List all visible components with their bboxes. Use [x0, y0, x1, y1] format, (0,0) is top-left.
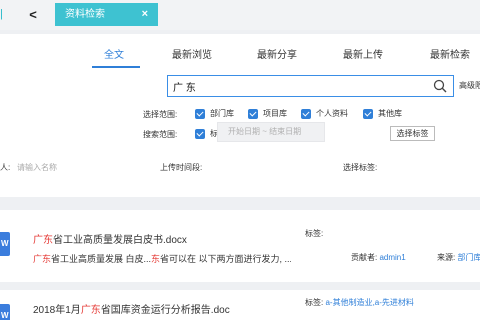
title-text: 2018年1月: [33, 305, 81, 316]
source: 来源: 部门库: [437, 252, 480, 263]
word-doc-icon: W: [0, 232, 10, 256]
tab-recent-shares[interactable]: 最新分享: [257, 46, 297, 61]
summary-highlight: 东: [151, 254, 161, 264]
select-tag-button[interactable]: 选择标签: [390, 126, 435, 141]
title-highlight: 广东: [80, 305, 101, 316]
title-text: 省国库资金运行分析报告.doc: [100, 305, 230, 316]
tags-label: 标签: a-其他制造业,a-先进材料: [305, 297, 414, 308]
tab-recent-views[interactable]: 最新浏览: [172, 46, 212, 61]
tags-label-text: 标签:: [305, 298, 324, 307]
active-tab-indicator: [92, 66, 140, 68]
word-doc-icon: W: [0, 304, 10, 320]
search-input[interactable]: [168, 76, 418, 96]
search-scope-label: 搜索范围:: [143, 130, 178, 139]
checkbox-label: 项目库: [263, 109, 287, 118]
checkbox-project[interactable]: 项目库: [248, 108, 287, 119]
category-tabs: 全文 最新浏览 最新分享 最新上传 最新检索: [0, 46, 480, 68]
tab-label: 资料检索: [65, 9, 105, 20]
checkbox-checked-icon: [195, 108, 205, 119]
person-label: 人:: [0, 163, 11, 172]
checkbox-checked-icon: [248, 108, 258, 119]
checkbox-checked-icon: [363, 108, 373, 119]
scope-label: 选择范围:: [143, 110, 178, 119]
checkbox-label: 个人资料: [316, 109, 348, 118]
checkbox-checked-icon: [301, 108, 311, 119]
result-card[interactable]: W 2018年1月广东省国库资金运行分析报告.doc 标签: a-其他制造业,a…: [0, 290, 480, 320]
contributor-label: 贡献者:: [351, 253, 378, 262]
tag-select-label: 选择标签:: [343, 163, 378, 172]
source-name[interactable]: 部门库: [457, 253, 480, 262]
tab-bar: | < 资料检索 ×: [0, 0, 480, 30]
close-icon[interactable]: ×: [142, 3, 148, 26]
result-title[interactable]: 广东省工业高质量发展白皮书.docx: [33, 231, 187, 246]
summary-text: 省工业高质量发展 白皮...: [51, 254, 152, 264]
checkbox-label: 部门库: [210, 109, 234, 118]
upload-time-label: 上传时间段:: [160, 163, 203, 172]
result-title[interactable]: 2018年1月广东省国库资金运行分析报告.doc: [33, 301, 230, 316]
tab-fulltext[interactable]: 全文: [104, 46, 124, 61]
date-range-picker[interactable]: 开始日期 ~ 结束日期: [217, 122, 325, 142]
source-label: 来源:: [437, 253, 456, 262]
summary-text: 省可以在 以下两方面进行发力, ...: [160, 254, 291, 264]
contributor-name[interactable]: admin1: [379, 253, 405, 262]
person-input[interactable]: 请输入名称: [17, 162, 57, 173]
advanced-search-link[interactable]: 高级限: [459, 80, 480, 91]
checkbox-other[interactable]: 其他库: [363, 108, 402, 119]
search-icon[interactable]: [433, 79, 447, 93]
summary-highlight: 广东: [33, 254, 52, 264]
tab-recent-searches[interactable]: 最新检索: [430, 46, 470, 61]
result-summary: 广东省工业高质量发展 白皮...东省可以在 以下两方面进行发力, ...: [33, 252, 291, 265]
tags-value[interactable]: a-其他制造业,a-先进材料: [325, 298, 413, 307]
checkbox-checked-icon: [195, 128, 205, 139]
contributor: 贡献者: admin1: [351, 252, 406, 263]
title-highlight: 广东: [33, 235, 53, 246]
tags-label: 标签:: [305, 228, 323, 239]
search-box[interactable]: [167, 75, 454, 97]
title-text: 省工业高质量发展白皮书.docx: [53, 235, 187, 246]
tab-recent-uploads[interactable]: 最新上传: [343, 46, 383, 61]
previous-tab-edge[interactable]: |: [0, 6, 8, 23]
tab-data-search[interactable]: 资料检索 ×: [55, 3, 158, 26]
checkbox-department[interactable]: 部门库: [195, 108, 234, 119]
checkbox-label: 其他库: [378, 109, 402, 118]
tags-label-text: 标签:: [305, 229, 324, 238]
search-panel: 全文 最新浏览 最新分享 最新上传 最新检索 高级限 选择范围: 部门库 项目库…: [0, 34, 480, 197]
checkbox-personal[interactable]: 个人资料: [301, 108, 348, 119]
back-button[interactable]: <: [22, 6, 44, 24]
result-card[interactable]: W 广东省工业高质量发展白皮书.docx 广东省工业高质量发展 白皮...东省可…: [0, 210, 480, 282]
